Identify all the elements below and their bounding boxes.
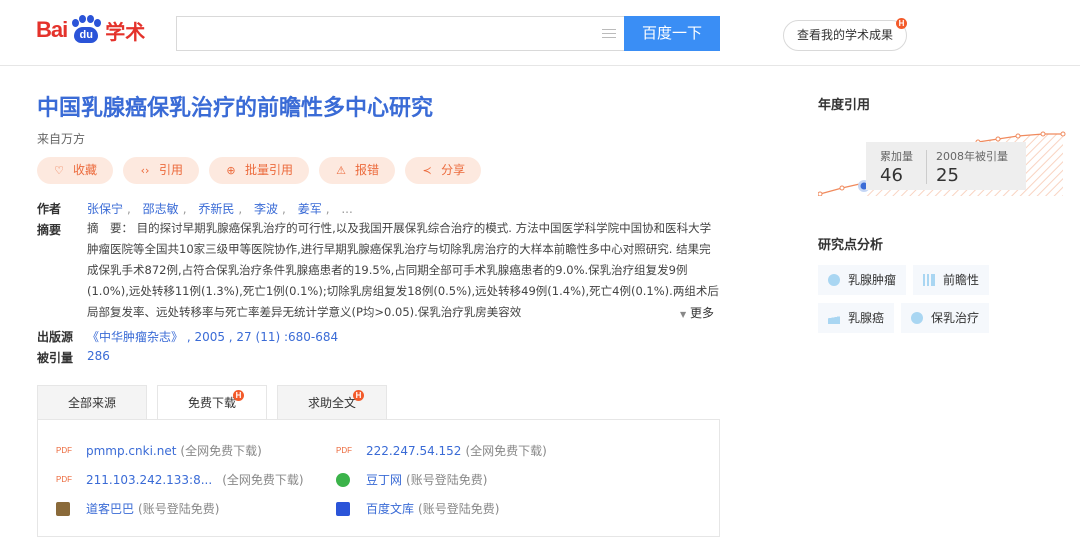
annual-citation-title: 年度引用 <box>818 98 871 113</box>
chevron-down-icon: ▼ <box>680 310 687 319</box>
pdf-icon: PDF <box>56 446 72 455</box>
download-item: PDF pmmp.cnki.net (全网免费下载) <box>56 442 262 459</box>
abstract-label: 摘要 <box>37 223 62 237</box>
report-error-button[interactable]: ⚠ 报错 <box>319 157 396 184</box>
heart-icon: ♡ <box>54 163 64 177</box>
batch-cite-icon: ⊕ <box>226 163 236 177</box>
pdf-icon: PDF <box>56 475 72 484</box>
baidu-wenku-icon <box>336 501 350 516</box>
download-item: 豆丁网 (账号登陆免费) <box>336 471 487 488</box>
download-note: (账号登陆免费) <box>138 502 220 516</box>
top-header: Bai du 学术 百度一下 查看我的学术成果 H <box>0 0 1080 66</box>
publisher-label: 出版源 <box>37 330 74 344</box>
cited-count-link[interactable]: 286 <box>87 349 110 363</box>
download-note: (全网免费下载) <box>465 444 547 458</box>
tab-label: 求助全文 <box>307 396 356 410</box>
download-link[interactable]: 豆丁网 <box>366 471 402 488</box>
keyword-label: 保乳治疗 <box>931 311 980 325</box>
batch-cite-label: 批量引用 <box>245 163 294 177</box>
docin-icon <box>336 472 350 487</box>
tab-request-fulltext[interactable]: 求助全文 H <box>277 385 387 419</box>
keyword-tag[interactable]: 乳腺癌 <box>818 303 895 333</box>
download-note: (全网免费下载) <box>180 444 262 458</box>
download-link[interactable]: pmmp.cnki.net <box>86 444 176 458</box>
share-label: 分享 <box>441 163 466 177</box>
warning-icon: ⚠ <box>336 163 346 177</box>
download-item: PDF 222.247.54.152 (全网免费下载) <box>336 442 547 459</box>
download-item: PDF 211.103.242.133:8... (全网免费下载) <box>56 471 304 488</box>
year-citation-value: 25 <box>936 165 959 186</box>
author-link[interactable]: 乔新民 <box>198 202 234 216</box>
author-link[interactable]: 李波 <box>254 202 278 216</box>
abstract-text: 摘 要： 目的探讨早期乳腺癌保乳治疗的可行性,以及我国开展保乳综合治疗的模式. … <box>87 221 719 319</box>
download-link[interactable]: 222.247.54.152 <box>366 444 461 458</box>
hot-badge: H <box>896 18 907 29</box>
keyword-label: 乳腺癌 <box>848 311 885 325</box>
action-bar: ♡ 收藏 ‹› 引用 ⊕ 批量引用 ⚠ 报错 ≺ 分享 <box>37 157 491 184</box>
author-link[interactable]: 邵志敏 <box>143 202 179 216</box>
download-panel: PDF pmmp.cnki.net (全网免费下载) PDF 222.247.5… <box>37 419 720 537</box>
keyword-label: 前瞻性 <box>943 273 980 287</box>
my-achievements-button[interactable]: 查看我的学术成果 H <box>783 18 907 51</box>
collect-label: 收藏 <box>73 163 98 177</box>
collect-button[interactable]: ♡ 收藏 <box>37 157 114 184</box>
hot-badge: H <box>233 390 244 401</box>
tab-all-sources[interactable]: 全部来源 <box>37 385 147 419</box>
download-note: (全网免费下载) <box>222 473 304 487</box>
pdf-icon: PDF <box>336 446 352 455</box>
chart-tooltip: 累加量 46 2008年被引量 25 <box>866 142 1026 190</box>
search-input[interactable] <box>176 16 624 51</box>
source-tabs: 全部来源 免费下载 H 求助全文 H <box>37 385 397 420</box>
my-achievements-label: 查看我的学术成果 <box>796 28 893 42</box>
cite-label: 引用 <box>159 163 184 177</box>
share-button[interactable]: ≺ 分享 <box>405 157 482 184</box>
cited-label: 被引量 <box>37 351 74 365</box>
download-link[interactable]: 211.103.242.133:8... <box>86 473 212 487</box>
code-icon: ‹› <box>140 163 150 177</box>
download-item: 道客巴巴 (账号登陆免费) <box>56 500 219 517</box>
logo-xueshu-text: 学术 <box>105 19 146 44</box>
share-icon: ≺ <box>422 163 432 177</box>
research-analysis-title: 研究点分析 <box>818 238 884 253</box>
source-from: 来自万方 <box>37 132 86 146</box>
batch-cite-button[interactable]: ⊕ 批量引用 <box>209 157 310 184</box>
download-note: (账号登陆免费) <box>406 473 488 487</box>
cumulative-value: 46 <box>880 165 903 186</box>
search-button[interactable]: 百度一下 <box>624 16 720 51</box>
author-link[interactable]: 姜军 <box>298 202 322 216</box>
cumulative-label: 累加量 <box>880 150 913 163</box>
tab-label: 全部来源 <box>67 396 116 410</box>
bar-icon <box>923 274 935 286</box>
publisher-link[interactable]: 《中华肿瘤杂志》 , 2005 , 27 (11) :680-684 <box>87 328 338 345</box>
more-label: 更多 <box>689 306 714 320</box>
keyword-label: 乳腺肿瘤 <box>848 273 897 287</box>
year-citation-label: 2008年被引量 <box>936 150 1008 163</box>
tab-label: 免费下载 <box>187 396 236 410</box>
authors-list: 张保宁, 邵志敏, 乔新民, 李波, 姜军, ... <box>87 202 353 216</box>
paw-icon: du <box>68 15 102 45</box>
authors-more[interactable]: ... <box>341 202 352 216</box>
tab-free-download[interactable]: 免费下载 H <box>157 385 267 420</box>
search-menu-icon[interactable] <box>602 29 616 39</box>
doc88-icon <box>56 501 70 516</box>
keyword-tag[interactable]: 乳腺肿瘤 <box>818 265 907 295</box>
download-link[interactable]: 百度文库 <box>366 500 414 517</box>
keyword-tag[interactable]: 前瞻性 <box>913 265 990 295</box>
baidu-xueshu-logo[interactable]: Bai du 学术 <box>36 14 145 46</box>
download-item: 百度文库 (账号登陆免费) <box>336 500 499 517</box>
authors-label: 作者 <box>37 202 62 216</box>
cite-button[interactable]: ‹› 引用 <box>123 157 200 184</box>
keyword-tag[interactable]: 保乳治疗 <box>901 303 990 333</box>
more-toggle[interactable]: ▼ 更多 <box>676 304 714 321</box>
logo-bai-text: Bai <box>36 17 68 42</box>
hot-badge: H <box>353 390 364 401</box>
report-error-label: 报错 <box>355 163 380 177</box>
download-note: (账号登陆免费) <box>418 502 500 516</box>
author-link[interactable]: 张保宁 <box>87 202 123 216</box>
page-title[interactable]: 中国乳腺癌保乳治疗的前瞻性多中心研究 <box>37 90 433 122</box>
download-link[interactable]: 道客巴巴 <box>86 500 134 517</box>
pie-icon <box>911 312 923 324</box>
pie-icon <box>828 274 840 286</box>
area-icon <box>828 312 840 324</box>
